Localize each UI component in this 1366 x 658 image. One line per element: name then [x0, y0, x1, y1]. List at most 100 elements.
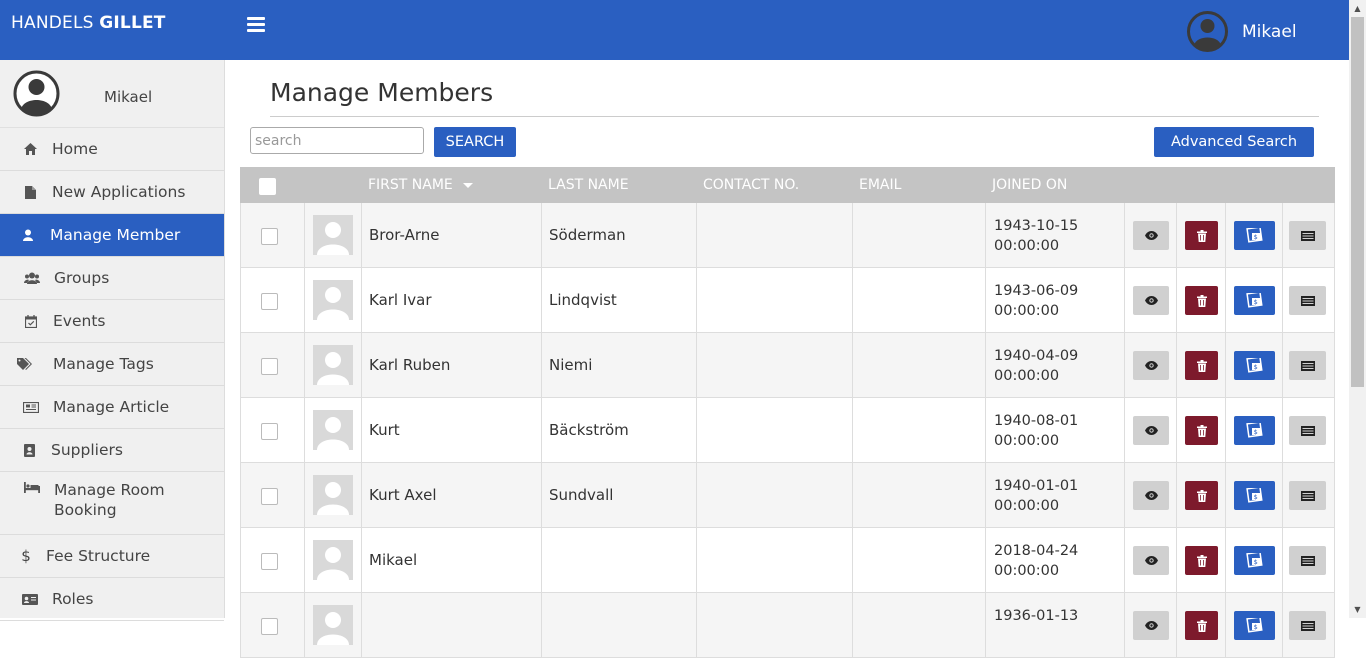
- calendar-icon: [21, 314, 41, 328]
- last-name-cell: Niemi: [549, 356, 593, 374]
- brand-logo[interactable]: HANDELS GILLET: [11, 13, 166, 33]
- column-header-email[interactable]: EMAIL: [859, 177, 901, 193]
- delete-member-button[interactable]: [1185, 546, 1218, 575]
- sidebar-item-groups[interactable]: Groups: [0, 257, 224, 300]
- member-card-button[interactable]: [1289, 351, 1326, 380]
- eye-icon: [1144, 556, 1158, 565]
- column-header-contact[interactable]: CONTACT NO.: [703, 177, 799, 193]
- row-checkbox[interactable]: [261, 358, 278, 375]
- member-card-button[interactable]: [1289, 546, 1326, 575]
- view-member-button[interactable]: [1133, 221, 1169, 250]
- sidebar-item-home[interactable]: Home: [0, 128, 224, 171]
- view-member-button[interactable]: [1133, 481, 1169, 510]
- sidebar-item-label: Suppliers: [51, 441, 123, 459]
- joined-on-cell: 1940-08-01 00:00:00: [994, 411, 1078, 451]
- scroll-thumb[interactable]: [1351, 17, 1364, 387]
- row-checkbox[interactable]: [261, 488, 278, 505]
- member-photo-placeholder-icon: [313, 345, 353, 385]
- column-header-last-name[interactable]: LAST NAME: [548, 177, 629, 193]
- search-button[interactable]: SEARCH: [434, 127, 516, 157]
- delete-member-button[interactable]: [1185, 611, 1218, 640]
- sidebar-item-events[interactable]: Events: [0, 300, 224, 343]
- member-photo-placeholder-icon: [313, 475, 353, 515]
- row-checkbox[interactable]: [261, 228, 278, 245]
- eye-icon: [1144, 621, 1158, 630]
- scroll-up-arrow-icon[interactable]: ▲: [1349, 0, 1366, 17]
- member-card-button[interactable]: [1289, 481, 1326, 510]
- last-name-cell: Sundvall: [549, 486, 614, 504]
- search-input[interactable]: [250, 127, 424, 154]
- view-member-button[interactable]: [1133, 546, 1169, 575]
- sidebar-item-manage-article[interactable]: Manage Article: [0, 386, 224, 429]
- row-checkbox[interactable]: [261, 423, 278, 440]
- members-table: FIRST NAME LAST NAME CONTACT NO. EMAIL J…: [240, 167, 1335, 658]
- sidebar-item-label: Manage Member: [50, 226, 181, 244]
- advanced-search-button[interactable]: Advanced Search: [1154, 127, 1314, 157]
- member-card-button[interactable]: [1289, 416, 1326, 445]
- eye-icon: [1144, 491, 1158, 500]
- member-card-button[interactable]: [1289, 286, 1326, 315]
- delete-member-button[interactable]: [1185, 351, 1218, 380]
- sidebar-item-roles[interactable]: Roles: [0, 578, 224, 621]
- payment-button[interactable]: $: [1234, 546, 1275, 575]
- sidebar-item-new-applications[interactable]: New Applications: [0, 171, 224, 214]
- view-member-button[interactable]: [1133, 611, 1169, 640]
- row-checkbox[interactable]: [261, 618, 278, 635]
- table-row: Karl Ivar Lindqvist 1943-06-09 00:00:00 …: [240, 268, 1335, 333]
- sidebar-item-label: Events: [53, 312, 106, 330]
- id-card-icon: [1300, 555, 1315, 566]
- joined-date: 1940-08-01: [994, 413, 1079, 429]
- sidebar-item-fee-structure[interactable]: $ Fee Structure: [0, 535, 224, 578]
- column-header-joined-on[interactable]: JOINED ON: [992, 177, 1067, 193]
- sidebar-item-suppliers[interactable]: Suppliers: [0, 429, 224, 472]
- sidebar-item-manage-tags[interactable]: Manage Tags: [0, 343, 224, 386]
- joined-on-cell: 1943-10-15 00:00:00: [994, 216, 1078, 256]
- trash-icon: [1196, 294, 1207, 307]
- column-header-first-name[interactable]: FIRST NAME: [368, 177, 473, 193]
- sort-desc-icon: [462, 182, 473, 188]
- view-member-button[interactable]: [1133, 286, 1169, 315]
- sidebar-item-manage-room-booking[interactable]: Manage Room Booking: [0, 472, 224, 535]
- sidebar-item-label: Manage Tags: [53, 355, 154, 373]
- trash-icon: [1196, 359, 1207, 372]
- table-row: Kurt Bäckström 1940-08-01 00:00:00 $: [240, 398, 1335, 463]
- sidebar-item-label: New Applications: [52, 183, 186, 201]
- scroll-down-arrow-icon[interactable]: ▼: [1349, 601, 1366, 618]
- joined-on-cell: 2018-04-24 00:00:00: [994, 541, 1078, 581]
- first-name-cell: Karl Ruben: [369, 356, 451, 374]
- row-checkbox[interactable]: [261, 293, 278, 310]
- payment-icon: $: [1246, 553, 1263, 568]
- id-card-icon: [1300, 425, 1315, 436]
- member-card-button[interactable]: [1289, 221, 1326, 250]
- page-scrollbar[interactable]: ▲ ▼: [1349, 0, 1366, 618]
- table-row: Kurt Axel Sundvall 1940-01-01 00:00:00 $: [240, 463, 1335, 528]
- delete-member-button[interactable]: [1185, 481, 1218, 510]
- user-menu[interactable]: Mikael: [1187, 11, 1297, 52]
- view-member-button[interactable]: [1133, 416, 1169, 445]
- trash-icon: [1196, 229, 1207, 242]
- select-all-checkbox[interactable]: [259, 178, 276, 195]
- joined-date: 1943-06-09: [994, 283, 1079, 299]
- column-header-label: FIRST NAME: [368, 177, 453, 193]
- sidebar-item-label: Groups: [54, 269, 110, 287]
- trash-icon: [1196, 619, 1207, 632]
- payment-button[interactable]: $: [1234, 221, 1275, 250]
- first-name-cell: Mikael: [369, 551, 418, 569]
- delete-member-button[interactable]: [1185, 416, 1218, 445]
- member-card-button[interactable]: [1289, 611, 1326, 640]
- sidebar-item-manage-member[interactable]: Manage Member: [0, 214, 224, 257]
- view-member-button[interactable]: [1133, 351, 1169, 380]
- first-name-cell: Karl Ivar: [369, 291, 432, 309]
- payment-button[interactable]: $: [1234, 351, 1275, 380]
- menu-toggle-icon[interactable]: [247, 17, 265, 33]
- row-checkbox[interactable]: [261, 553, 278, 570]
- eye-icon: [1144, 426, 1158, 435]
- payment-button[interactable]: $: [1234, 611, 1275, 640]
- joined-time: 00:00:00: [994, 303, 1060, 319]
- delete-member-button[interactable]: [1185, 286, 1218, 315]
- payment-button[interactable]: $: [1234, 416, 1275, 445]
- delete-member-button[interactable]: [1185, 221, 1218, 250]
- payment-button[interactable]: $: [1234, 481, 1275, 510]
- sidebar-user-panel: Mikael: [0, 60, 224, 128]
- payment-button[interactable]: $: [1234, 286, 1275, 315]
